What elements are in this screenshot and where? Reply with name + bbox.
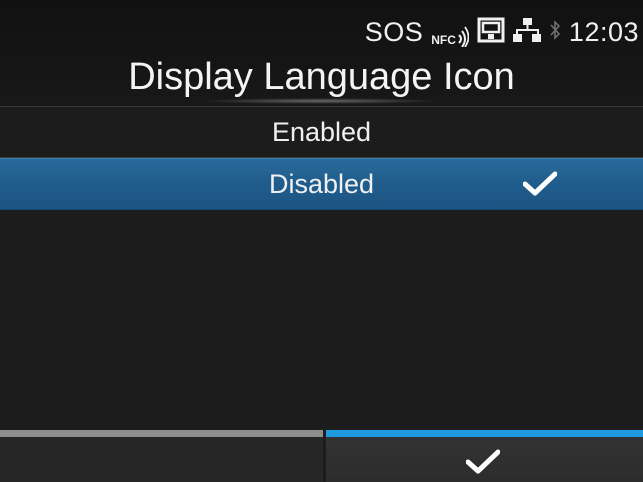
nfc-icon: NFC [431, 17, 469, 47]
nfc-label: NFC [431, 33, 456, 47]
option-disabled[interactable]: Disabled [0, 158, 643, 210]
sos-indicator: SOS [364, 16, 424, 47]
header: SOS NFC 12:03 Display Language Icon [0, 0, 643, 107]
status-bar: SOS NFC 12:03 [365, 14, 639, 50]
option-label: Enabled [271, 117, 372, 147]
confirm-button[interactable] [326, 430, 643, 482]
option-list: Enabled Disabled [0, 107, 643, 210]
page-title: Display Language Icon [128, 56, 515, 98]
check-icon [466, 449, 500, 474]
option-enabled[interactable]: Enabled [0, 107, 643, 158]
back-button[interactable] [0, 430, 323, 482]
title-underline-glow [200, 98, 440, 104]
clock: 12:03 [568, 16, 639, 47]
network-icon [512, 17, 541, 48]
bottom-bar [0, 430, 643, 482]
sd-card-icon [477, 17, 505, 48]
option-label: Disabled [268, 169, 375, 199]
bluetooth-icon [549, 18, 561, 47]
selected-check-icon [523, 171, 557, 196]
printer-screen: SOS NFC 12:03 Display Language Icon Enab… [0, 0, 643, 482]
